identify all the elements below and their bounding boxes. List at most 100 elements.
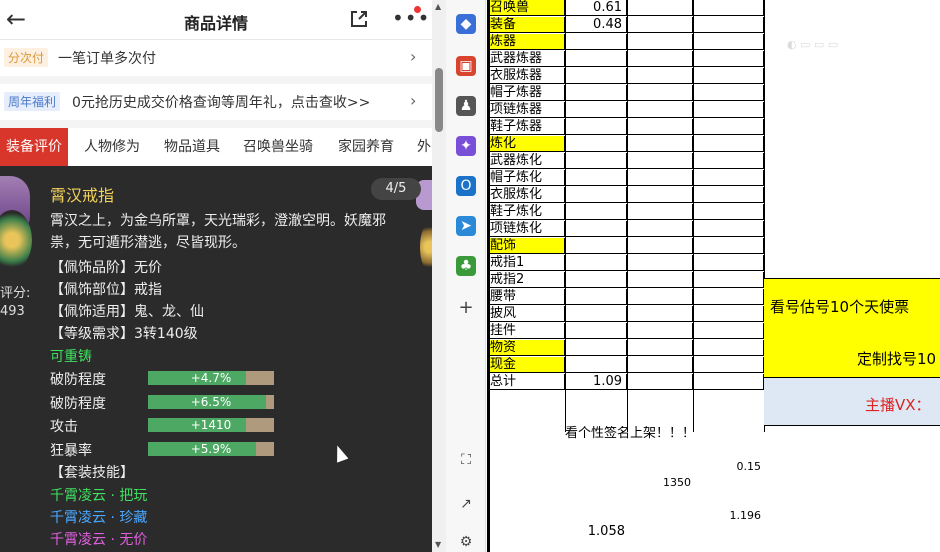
row-value[interactable] (565, 170, 627, 186)
row-label[interactable]: 武器炼器 (490, 51, 565, 67)
row-label[interactable]: 装备 (490, 17, 565, 33)
empty-cell[interactable] (693, 153, 764, 169)
row-value[interactable] (565, 357, 627, 373)
empty-cell[interactable] (693, 136, 764, 152)
row-value[interactable]: 1.09 (565, 374, 627, 390)
empty-cell[interactable] (627, 272, 693, 288)
empty-cell[interactable] (627, 340, 693, 356)
empty-cell[interactable] (693, 119, 764, 135)
row-label[interactable]: 衣服炼器 (490, 68, 565, 84)
row-label[interactable]: 项链炼器 (490, 102, 565, 118)
row-value[interactable] (565, 85, 627, 101)
row-value[interactable] (565, 102, 627, 118)
row-value[interactable] (565, 272, 627, 288)
empty-cell[interactable] (627, 85, 693, 101)
scrollbar-thumb[interactable] (435, 68, 443, 132)
empty-cell[interactable] (693, 306, 764, 322)
tab-pets-mounts[interactable]: 召唤兽坐骑 (243, 128, 313, 166)
empty-cell[interactable] (693, 17, 764, 33)
row-value[interactable] (565, 34, 627, 50)
empty-cell[interactable] (693, 51, 764, 67)
row-label[interactable]: 鞋子炼化 (490, 204, 565, 220)
screenshot-icon[interactable]: ⛶ (456, 450, 476, 470)
empty-cell[interactable] (627, 51, 693, 67)
empty-cell[interactable] (693, 323, 764, 339)
share-icon[interactable] (348, 8, 370, 30)
empty-cell[interactable] (693, 221, 764, 237)
empty-cell[interactable] (627, 357, 693, 373)
empty-cell[interactable] (627, 17, 693, 33)
row-label[interactable]: 腰带 (490, 289, 565, 305)
phone-scrollbar[interactable]: ▲ ▼ (432, 0, 446, 552)
row-label[interactable]: 披风 (490, 306, 565, 322)
row-value[interactable] (565, 68, 627, 84)
empty-cell[interactable] (627, 68, 693, 84)
empty-cell[interactable] (693, 374, 764, 390)
row-value[interactable] (565, 153, 627, 169)
empty-cell[interactable] (627, 221, 693, 237)
row-label[interactable]: 帽子炼器 (490, 85, 565, 101)
empty-cell[interactable] (693, 238, 764, 254)
row-value[interactable] (565, 238, 627, 254)
empty-cell[interactable] (627, 34, 693, 50)
row-label[interactable]: 炼器 (490, 34, 565, 50)
copilot-icon[interactable]: ✦ (456, 136, 476, 156)
row-value[interactable] (565, 187, 627, 203)
settings-gear-icon[interactable]: ⚙ (456, 532, 476, 552)
row-value[interactable] (565, 204, 627, 220)
empty-cell[interactable] (627, 255, 693, 271)
empty-cell[interactable] (693, 289, 764, 305)
empty-cell[interactable] (627, 119, 693, 135)
row-value[interactable] (565, 51, 627, 67)
tab-more[interactable]: 外 (417, 128, 431, 166)
empty-cell[interactable] (627, 289, 693, 305)
outlook-icon[interactable]: O (456, 176, 476, 196)
row-label[interactable]: 炼化 (490, 136, 565, 152)
empty-cell[interactable] (693, 85, 764, 101)
empty-cell[interactable] (627, 306, 693, 322)
row-label[interactable]: 帽子炼化 (490, 170, 565, 186)
empty-cell[interactable] (693, 272, 764, 288)
empty-cell[interactable] (693, 0, 764, 16)
row-label[interactable]: 衣服炼化 (490, 187, 565, 203)
row-label[interactable]: 鞋子炼器 (490, 119, 565, 135)
tag-icon[interactable]: ◆ (456, 14, 476, 34)
empty-cell[interactable] (627, 204, 693, 220)
row-value[interactable] (565, 119, 627, 135)
row-label[interactable]: 戒指2 (490, 272, 565, 288)
empty-cell[interactable] (693, 68, 764, 84)
scroll-down-icon[interactable]: ▼ (435, 540, 441, 549)
open-external-icon[interactable]: ↗ (456, 494, 476, 514)
empty-cell[interactable] (693, 204, 764, 220)
empty-cell[interactable] (693, 255, 764, 271)
empty-cell[interactable] (627, 136, 693, 152)
tab-character[interactable]: 人物修为 (84, 128, 140, 166)
empty-cell[interactable] (693, 34, 764, 50)
row-value[interactable] (565, 221, 627, 237)
empty-cell[interactable] (627, 153, 693, 169)
row-value[interactable] (565, 289, 627, 305)
anniversary-row[interactable]: 周年福利 0元抢历史成交价格查询等周年礼，点击查收>> › (0, 84, 432, 120)
empty-cell[interactable] (627, 238, 693, 254)
games-icon[interactable]: ♟ (456, 96, 476, 116)
add-icon[interactable]: + (456, 298, 476, 318)
tree-icon[interactable]: ♣ (456, 256, 476, 276)
tab-equipment[interactable]: 装备评价 (0, 128, 68, 166)
row-value[interactable] (565, 323, 627, 339)
empty-cell[interactable] (693, 340, 764, 356)
empty-cell[interactable] (693, 357, 764, 373)
row-label[interactable]: 配饰 (490, 238, 565, 254)
row-value[interactable] (565, 136, 627, 152)
send-icon[interactable]: ➤ (456, 216, 476, 236)
row-value[interactable] (565, 340, 627, 356)
row-label[interactable]: 召唤兽 (490, 0, 565, 16)
empty-cell[interactable] (693, 102, 764, 118)
row-label[interactable]: 戒指1 (490, 255, 565, 271)
row-label[interactable]: 现金 (490, 357, 565, 373)
tab-home[interactable]: 家园养育 (338, 128, 394, 166)
more-menu-icon[interactable]: ••• (392, 6, 430, 30)
empty-cell[interactable] (627, 0, 693, 16)
row-label[interactable]: 项链炼化 (490, 221, 565, 237)
empty-cell[interactable] (627, 102, 693, 118)
row-label[interactable]: 总计 (490, 374, 565, 390)
